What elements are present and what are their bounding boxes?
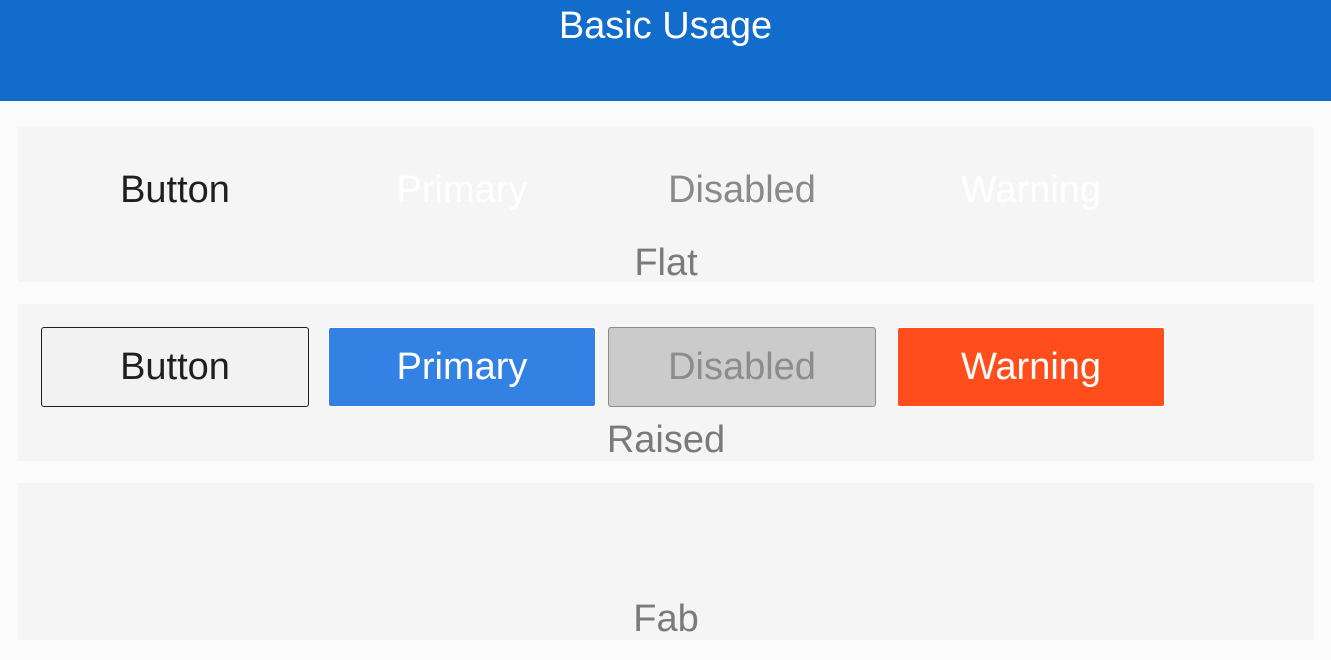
raised-disabled-button: Disabled [608,327,876,407]
page-title: Basic Usage [558,5,773,47]
raised-section-label: Raised [606,419,726,461]
fab-section-label: Fab [633,598,699,640]
raised-button[interactable]: Button [41,327,309,407]
flat-section: Button Primary Disabled Warning Flat [18,127,1314,284]
fab-section: Fab [18,483,1314,640]
flat-disabled-button: Disabled [608,150,876,230]
flat-primary-button[interactable]: Primary [328,150,596,230]
app-header: Basic Usage [0,0,1331,101]
flat-button[interactable]: Button [41,150,309,230]
raised-section: Button Primary Disabled Warning Raised [18,304,1314,461]
flat-warning-button[interactable]: Warning [897,150,1165,230]
raised-warning-button[interactable]: Warning [897,327,1165,407]
raised-primary-button[interactable]: Primary [328,327,596,407]
flat-section-label: Flat [634,242,698,284]
